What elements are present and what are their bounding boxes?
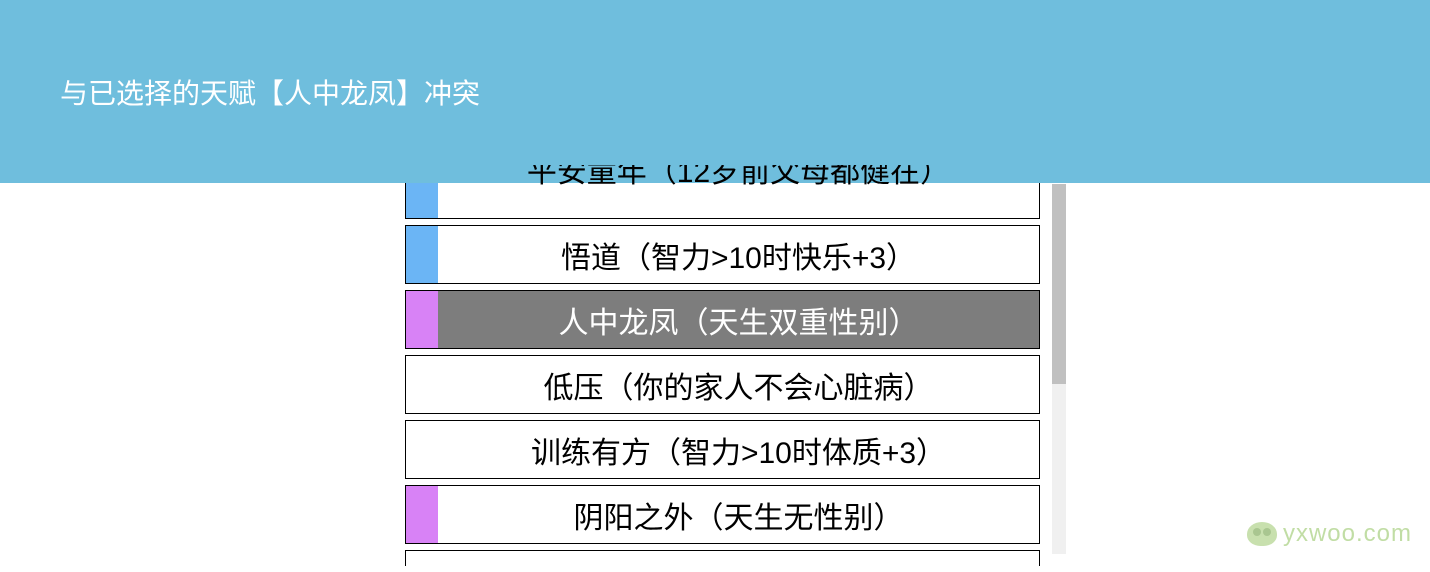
talent-label: 低压（你的家人不会心脏病） [438,356,1039,413]
rarity-bar [406,183,438,218]
rarity-bar [406,486,438,543]
talent-label: 平安童年（12岁前父母都健在） [438,165,1039,200]
conflict-message: 与已选择的天赋【人中龙凤】冲突 [60,72,480,112]
talent-label: 训练有方（智力>10时体质+3） [438,421,1039,478]
talent-row[interactable]: 低压（你的家人不会心脏病） [405,355,1040,414]
scrollbar-thumb[interactable] [1052,184,1066,384]
talent-label [438,551,1039,566]
talent-list: 平安童年（12岁前父母都健在） 悟道（智力>10时快乐+3） 人中龙凤（天生双重… [405,183,1040,572]
talent-label: 人中龙凤（天生双重性别） [438,291,1039,348]
talent-label: 悟道（智力>10时快乐+3） [438,226,1039,283]
rarity-bar [406,356,438,413]
rarity-bar [406,551,438,566]
watermark-icon [1247,522,1277,546]
conflict-banner: 与已选择的天赋【人中龙凤】冲突 [0,0,1430,183]
talent-row[interactable]: 平安童年（12岁前父母都健在） [405,183,1040,219]
rarity-bar [406,226,438,283]
rarity-bar [406,291,438,348]
talent-row[interactable]: 训练有方（智力>10时体质+3） [405,420,1040,479]
talent-row[interactable] [405,550,1040,566]
talent-label: 阴阳之外（天生无性别） [438,486,1039,543]
talent-row[interactable]: 悟道（智力>10时快乐+3） [405,225,1040,284]
watermark-text: yxwoo.com [1283,520,1412,548]
watermark: yxwoo.com [1247,520,1412,548]
talent-row[interactable]: 人中龙凤（天生双重性别） [405,290,1040,349]
rarity-bar [406,421,438,478]
scrollbar[interactable] [1052,184,1066,554]
talent-row[interactable]: 阴阳之外（天生无性别） [405,485,1040,544]
